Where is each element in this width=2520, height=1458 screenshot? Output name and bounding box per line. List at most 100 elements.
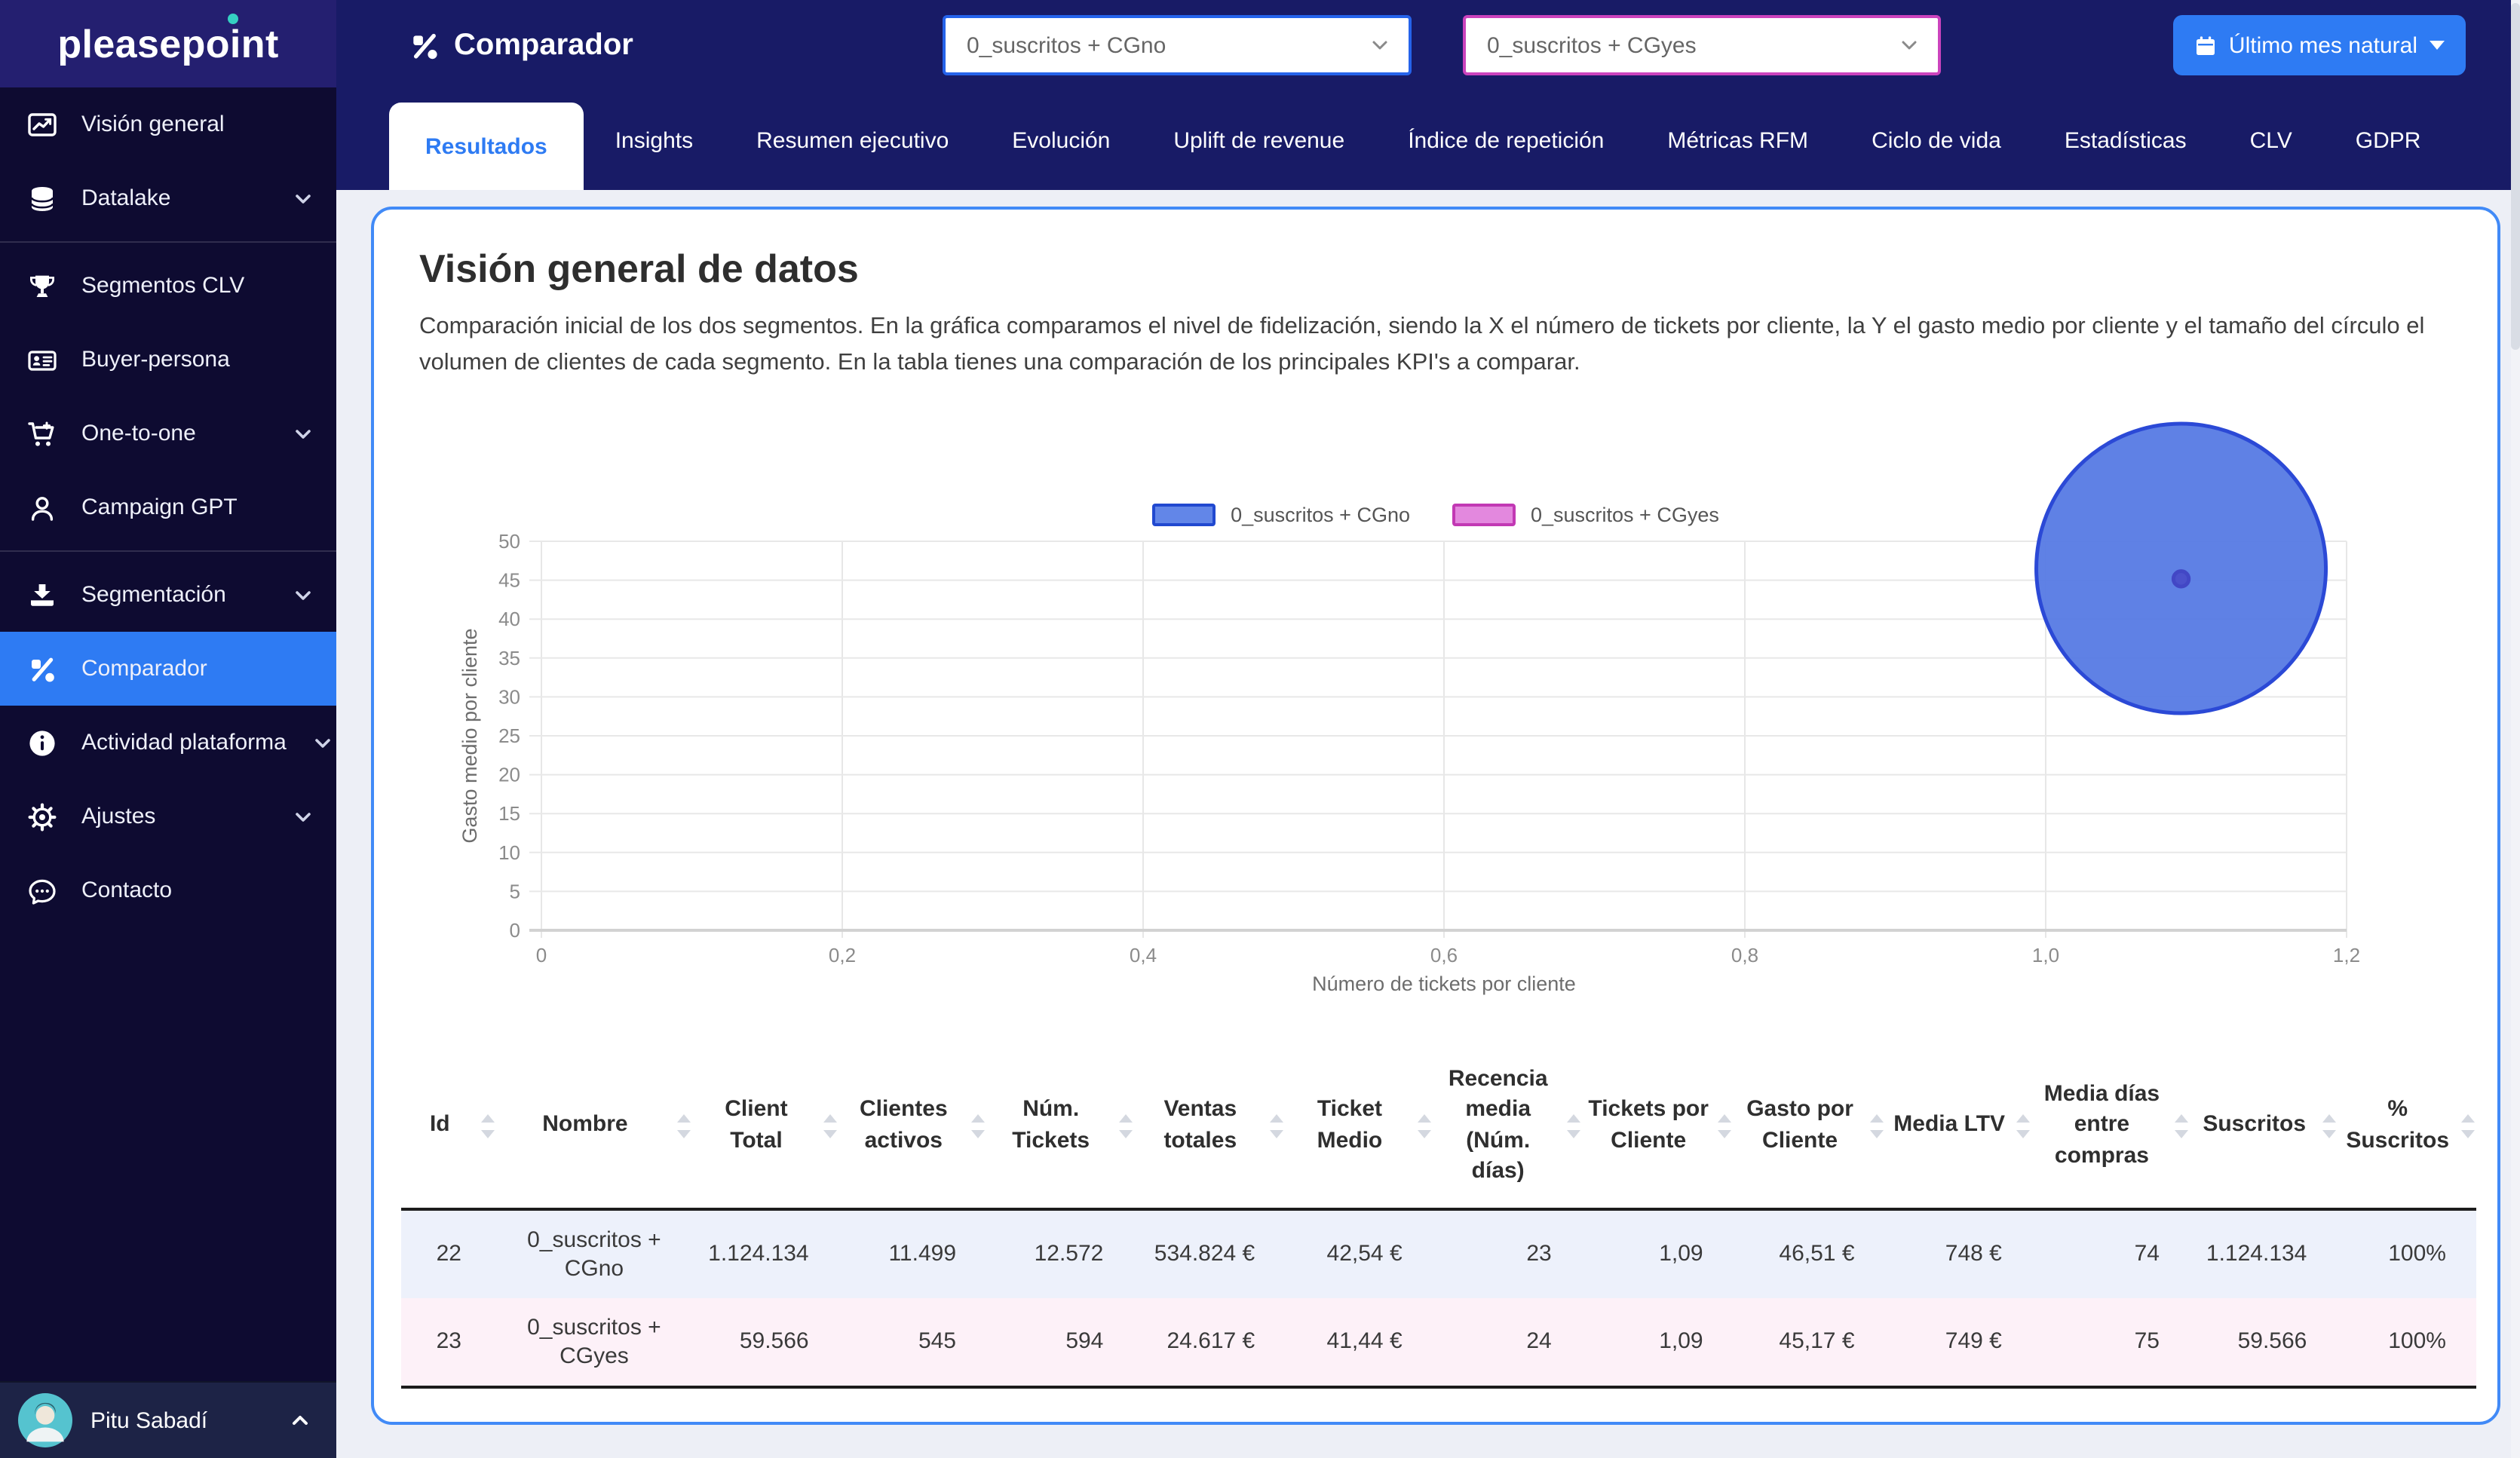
cell-nombre: 0_suscritos + CGno xyxy=(527,1227,661,1282)
cell-id: 23 xyxy=(401,1298,497,1389)
tab-evolucion[interactable]: Evolución xyxy=(980,90,1142,190)
svg-text:5: 5 xyxy=(510,880,520,902)
column-header-suscritos[interactable]: Suscritos xyxy=(2190,1043,2338,1211)
chart-line-icon xyxy=(28,112,57,136)
sidebar-item-label: Contacto xyxy=(81,878,173,903)
user-menu[interactable]: Pitu Sabadí xyxy=(0,1381,336,1458)
sidebar-item-buyer-persona[interactable]: Buyer-persona xyxy=(0,323,336,397)
svg-text:50: 50 xyxy=(498,530,520,553)
percent-icon xyxy=(32,657,54,682)
column-header-media-ltv[interactable]: Media LTV xyxy=(1884,1043,2032,1211)
overview-card: Visión general de datos Comparación inic… xyxy=(371,207,2500,1425)
column-header-ventas-totales[interactable]: Ventas totales xyxy=(1133,1043,1286,1211)
svg-text:40: 40 xyxy=(498,608,520,630)
tab-estadisticas[interactable]: Estadísticas xyxy=(2033,90,2218,190)
chevron-down-icon xyxy=(296,812,311,821)
tab-indice-de-repeticion[interactable]: Índice de repetición xyxy=(1376,90,1636,190)
column-header-tickets-por-cliente[interactable]: Tickets por Cliente xyxy=(1581,1043,1734,1211)
sidebar-item-datalake[interactable]: Datalake xyxy=(0,161,336,235)
column-header-pct-suscritos[interactable]: % Suscritos xyxy=(2337,1043,2476,1211)
cell-clientes-activos: 545 xyxy=(838,1298,986,1389)
page-title: Comparador xyxy=(409,0,633,90)
user-name: Pitu Sabadí xyxy=(90,1407,208,1433)
page-scrollbar[interactable] xyxy=(2511,0,2520,1458)
percent-icon xyxy=(413,32,437,59)
cell-client-total: 59.566 xyxy=(691,1298,839,1389)
bubble-chart: 0 0,2 0,4 0,6 0,8 1,0 1,2 0 5 10 15 20 25 30 35 40 45 50 N… xyxy=(374,410,2497,1016)
column-header-media-dias-entre-compras[interactable]: Media días entre compras xyxy=(2031,1043,2190,1211)
column-header-nombre[interactable]: Nombre xyxy=(496,1043,692,1211)
cell-gasto-por-cliente: 46,51 € xyxy=(1779,1241,1855,1267)
column-header-id[interactable]: Id xyxy=(401,1043,497,1211)
table-row-cgyes[interactable]: 23 0_suscritos + CGyes 59.566 545 594 24… xyxy=(401,1298,2476,1389)
column-header-client-total[interactable]: Client Total xyxy=(691,1043,839,1211)
column-header-ticket-medio[interactable]: Ticket Medio xyxy=(1285,1043,1433,1211)
sidebar-item-contacto[interactable]: Contacto xyxy=(0,853,336,927)
chat-icon xyxy=(29,878,56,904)
svg-text:1,2: 1,2 xyxy=(2333,944,2360,966)
sidebar-divider xyxy=(0,241,336,243)
avatar xyxy=(18,1393,72,1447)
scrollbar-thumb[interactable] xyxy=(2511,3,2520,350)
column-header-num-tickets[interactable]: Núm. Tickets xyxy=(986,1043,1134,1211)
sidebar-item-campaign-gpt[interactable]: Campaign GPT xyxy=(0,470,336,544)
chevron-down-icon xyxy=(1372,41,1387,50)
segment-select-1[interactable]: 0_suscritos + CGno xyxy=(943,15,1412,75)
sort-icon xyxy=(2175,1113,2188,1138)
tab-resumen-ejecutivo[interactable]: Resumen ejecutivo xyxy=(725,90,980,190)
segment-select-2[interactable]: 0_suscritos + CGyes xyxy=(1463,15,1941,75)
tab-clv[interactable]: CLV xyxy=(2218,90,2324,190)
sort-icon xyxy=(2016,1113,2031,1138)
sidebar-item-label: Buyer-persona xyxy=(81,347,230,372)
chevron-down-icon xyxy=(296,194,311,203)
svg-text:0,4: 0,4 xyxy=(1130,944,1157,966)
svg-text:Número de tickets por cliente: Número de tickets por cliente xyxy=(1312,973,1576,995)
sidebar-item-label: One-to-one xyxy=(81,421,196,446)
sidebar-item-ajustes[interactable]: Ajustes xyxy=(0,780,336,853)
topbar: Comparador 0_suscritos + CGno 0_suscrito… xyxy=(336,0,2520,190)
svg-text:25: 25 xyxy=(498,724,520,747)
column-header-clientes-activos[interactable]: Clientes activos xyxy=(838,1043,986,1211)
period-selector-button[interactable]: Último mes natural xyxy=(2172,15,2466,75)
svg-text:10: 10 xyxy=(498,841,520,864)
calendar-icon xyxy=(2196,35,2215,54)
gear-icon xyxy=(28,802,57,831)
table-row-cgno[interactable]: 22 0_suscritos + CGno 1.124.134 11.499 1… xyxy=(401,1209,2476,1298)
segment-select-1-value: 0_suscritos + CGno xyxy=(967,32,1166,58)
app-window: pleasepoint Visión general Datalake Segm… xyxy=(0,0,2520,1458)
sort-icon xyxy=(1718,1113,1732,1138)
cell-media-ltv: 748 € xyxy=(1945,1241,2002,1267)
tab-gdpr[interactable]: GDPR xyxy=(2324,90,2453,190)
sort-icon xyxy=(2461,1113,2475,1138)
sidebar-item-label: Datalake xyxy=(81,185,171,211)
tab-resultados[interactable]: Resultados xyxy=(389,103,584,190)
sidebar-item-comparador[interactable]: Comparador xyxy=(0,632,336,706)
sidebar-item-actividad-plataforma[interactable]: Actividad plataforma xyxy=(0,706,336,780)
sidebar-item-label: Visión general xyxy=(81,112,225,137)
user-icon xyxy=(31,496,54,520)
tab-uplift-de-revenue[interactable]: Uplift de revenue xyxy=(1142,90,1376,190)
period-button-label: Último mes natural xyxy=(2228,32,2417,58)
sidebar-item-segmentacion[interactable]: Segmentación xyxy=(0,558,336,632)
sidebar-item-vision-general[interactable]: Visión general xyxy=(0,87,336,161)
chevron-down-icon xyxy=(296,429,311,438)
sidebar-item-label: Segmentación xyxy=(81,582,226,608)
sidebar-item-label: Segmentos CLV xyxy=(81,273,245,299)
logo[interactable]: pleasepoint xyxy=(0,0,336,87)
cell-clientes-activos: 11.499 xyxy=(888,1241,956,1267)
chart-plot-area[interactable]: 0 0,2 0,4 0,6 0,8 1,0 1,2 0 5 10 15 20 25 30 35 40 45 50 N… xyxy=(374,410,2497,1016)
cell-pct-suscritos: 100% xyxy=(2337,1298,2476,1389)
tab-insights[interactable]: Insights xyxy=(584,90,725,190)
column-header-recencia-media[interactable]: Recencia media (Núm. días) xyxy=(1432,1043,1582,1211)
tab-metricas-rfm[interactable]: Métricas RFM xyxy=(1636,90,1840,190)
sort-icon xyxy=(1118,1113,1133,1138)
cell-num-tickets: 12.572 xyxy=(1034,1241,1104,1267)
column-header-gasto-por-cliente[interactable]: Gasto por Cliente xyxy=(1733,1043,1885,1211)
tab-ciclo-de-vida[interactable]: Ciclo de vida xyxy=(1840,90,2033,190)
svg-text:0,6: 0,6 xyxy=(1430,944,1458,966)
sidebar-item-segmentos-clv[interactable]: Segmentos CLV xyxy=(0,249,336,323)
sidebar-item-one-to-one[interactable]: One-to-one xyxy=(0,397,336,470)
cell-ticket-medio: 41,44 € xyxy=(1285,1298,1433,1389)
cell-num-tickets: 594 xyxy=(986,1298,1134,1389)
sidebar-item-label: Comparador xyxy=(81,656,207,682)
